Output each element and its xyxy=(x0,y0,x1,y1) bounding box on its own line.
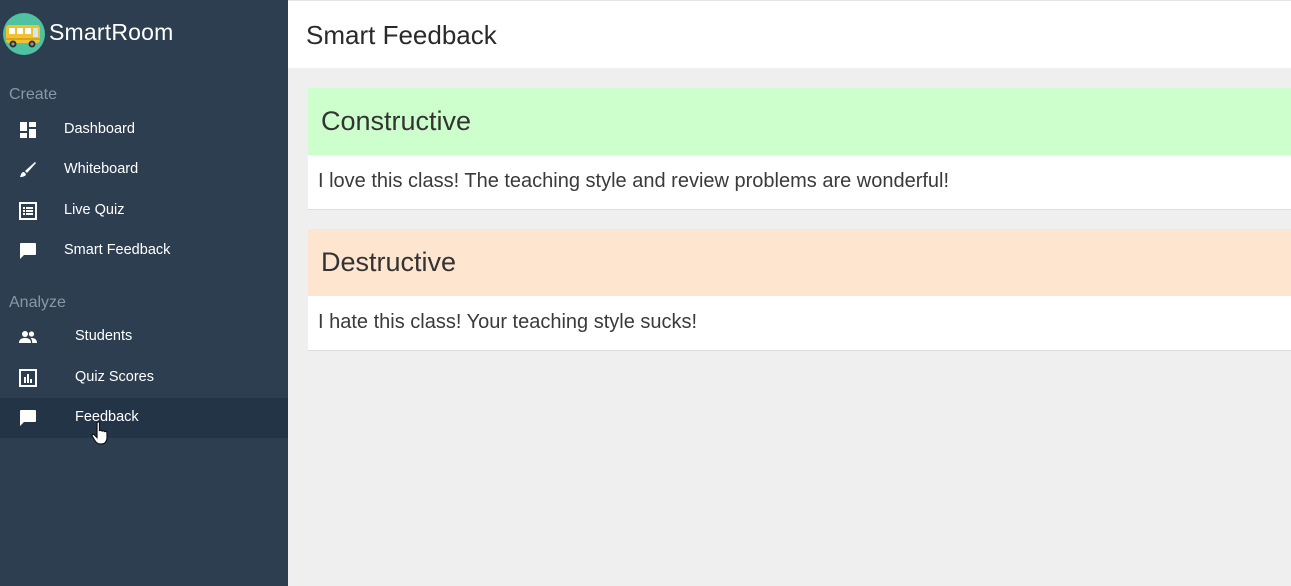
card-body: I hate this class! Your teaching style s… xyxy=(308,296,1291,351)
card-title: Constructive xyxy=(321,106,472,136)
sidebar-item-smart-feedback[interactable]: Smart Feedback xyxy=(0,231,288,271)
bar-chart-icon xyxy=(19,369,37,387)
list-icon xyxy=(19,202,37,220)
sidebar-item-label: Dashboard xyxy=(64,121,135,137)
people-icon xyxy=(19,331,37,343)
sidebar-item-label: Students xyxy=(75,328,133,344)
sidebar-item-label: Whiteboard xyxy=(64,161,139,177)
sidebar-item-quiz-scores[interactable]: Quiz Scores xyxy=(0,358,288,398)
sidebar-item-feedback[interactable]: Feedback xyxy=(0,398,288,438)
sidebar-item-dashboard[interactable]: Dashboard xyxy=(0,110,288,150)
brush-icon xyxy=(20,162,36,177)
sidebar-item-live-quiz[interactable]: Live Quiz xyxy=(0,191,288,231)
section-analyze-label: Analyze xyxy=(9,294,66,311)
app-name: SmartRoom xyxy=(49,19,174,45)
sidebar: SmartRoom Create Dashboard Whiteboard Li… xyxy=(0,0,288,586)
sidebar-item-students[interactable]: Students xyxy=(0,317,288,357)
page-header: Smart Feedback xyxy=(288,0,1291,68)
sidebar-item-label: Quiz Scores xyxy=(75,369,154,385)
sidebar-item-whiteboard[interactable]: Whiteboard xyxy=(0,150,288,190)
chat-icon xyxy=(20,410,36,426)
chat-icon xyxy=(20,243,36,259)
feedback-text: I hate this class! Your teaching style s… xyxy=(318,311,698,333)
sidebar-item-label: Smart Feedback xyxy=(64,242,171,258)
card-title: Destructive xyxy=(321,247,457,277)
card-body: I love this class! The teaching style an… xyxy=(308,155,1291,210)
dashboard-icon xyxy=(20,122,36,138)
card-header: Constructive xyxy=(308,88,1291,155)
brand[interactable]: SmartRoom xyxy=(0,12,288,56)
hand-pointer-cursor-icon xyxy=(91,421,108,445)
page-title: Smart Feedback xyxy=(306,20,497,50)
feedback-card-constructive: Constructive I love this class! The teac… xyxy=(308,88,1291,210)
section-create-label: Create xyxy=(9,86,58,103)
school-bus-logo-icon xyxy=(3,13,45,55)
feedback-card-destructive: Destructive I hate this class! Your teac… xyxy=(308,229,1291,351)
feedback-text: I love this class! The teaching style an… xyxy=(318,170,950,192)
sidebar-item-label: Live Quiz xyxy=(64,202,125,218)
card-header: Destructive xyxy=(308,229,1291,296)
